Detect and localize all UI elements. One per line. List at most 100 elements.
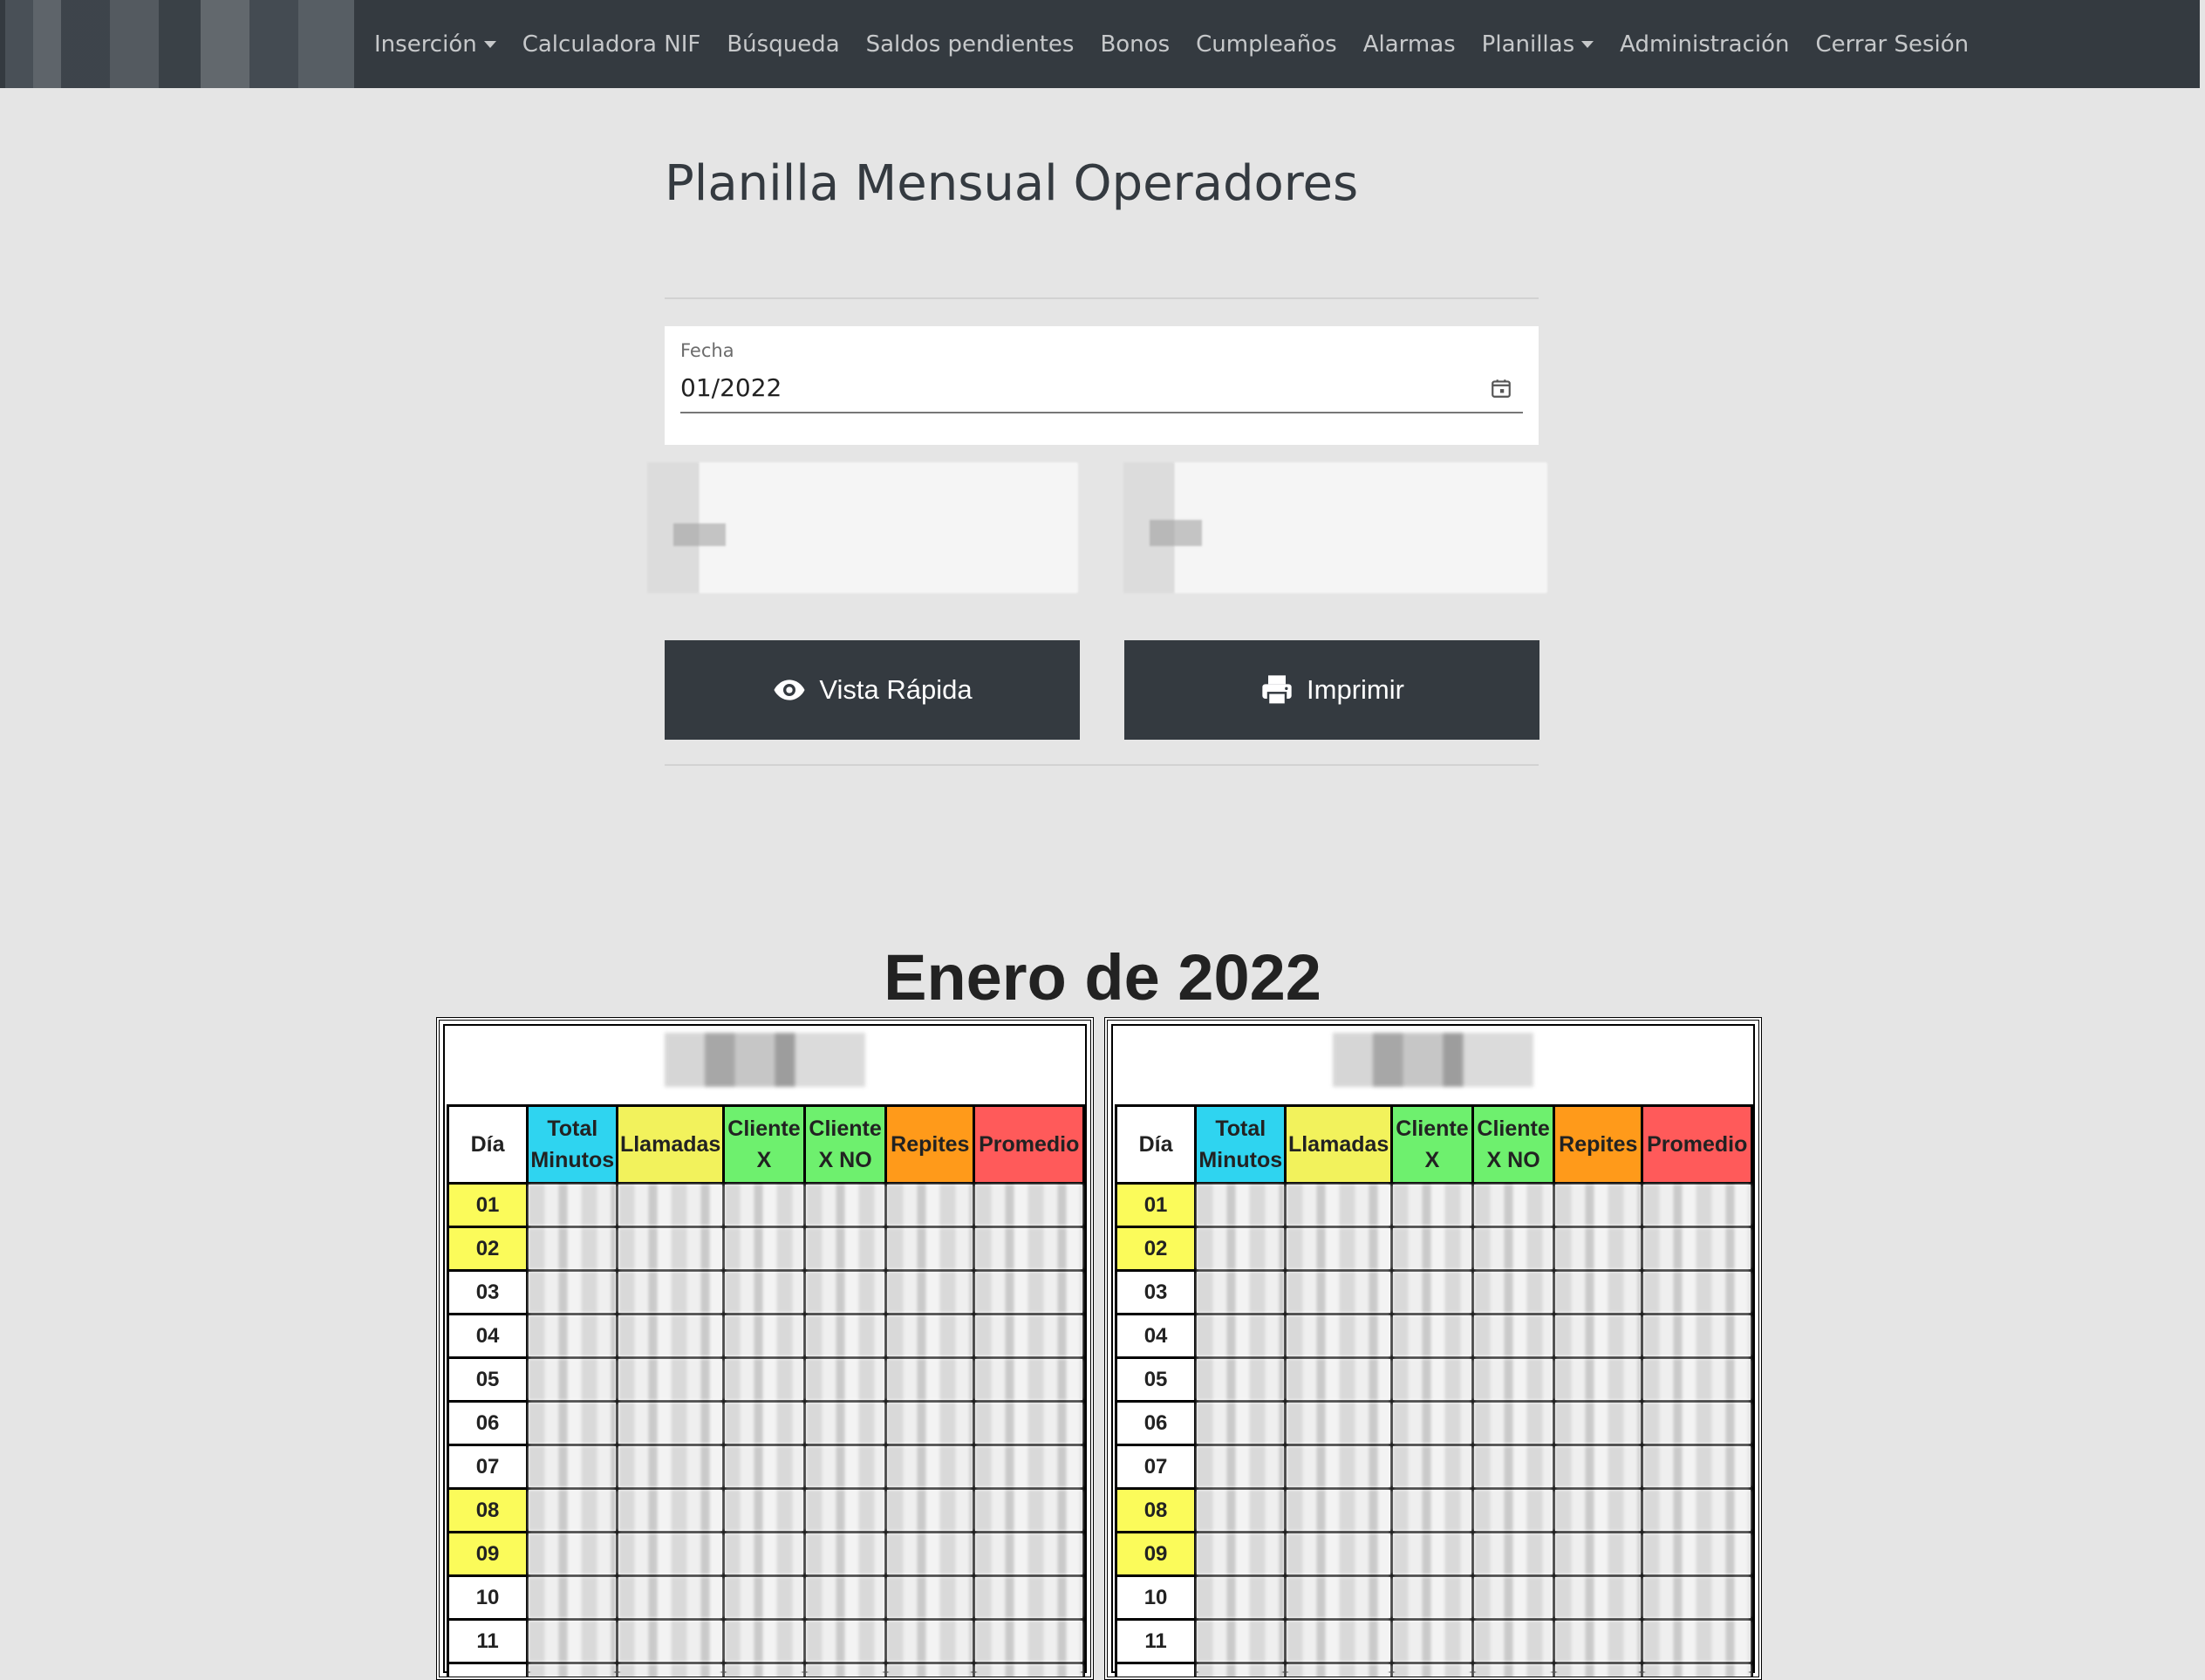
column-header: Llamadas xyxy=(1286,1106,1392,1184)
redacted-field-left[interactable] xyxy=(647,462,1078,593)
nav-item-7[interactable]: Planillas xyxy=(1482,31,1594,58)
nav-item-5[interactable]: Cumpleaños xyxy=(1196,31,1337,58)
brand-logo[interactable] xyxy=(5,0,354,88)
redacted-value-cell xyxy=(618,1533,724,1576)
report-title: Enero de 2022 xyxy=(0,940,2205,1014)
table-row: 07 xyxy=(448,1445,1084,1489)
redacted-value-cell xyxy=(805,1184,886,1227)
day-cell: 02 xyxy=(1116,1227,1196,1271)
redacted-value-cell xyxy=(805,1533,886,1576)
nav-item-2[interactable]: Búsqueda xyxy=(727,31,839,58)
redacted-value-cell xyxy=(1554,1271,1642,1315)
nav-item-4[interactable]: Bonos xyxy=(1100,31,1170,58)
redacted-field-right[interactable] xyxy=(1123,462,1547,593)
redacted-value-cell xyxy=(1391,1184,1472,1227)
redacted-value-cell xyxy=(618,1620,724,1663)
day-cell: 04 xyxy=(1116,1315,1196,1358)
redacted-value-cell xyxy=(1391,1271,1472,1315)
redacted-value-cell xyxy=(1391,1227,1472,1271)
redacted-value-cell xyxy=(528,1445,618,1489)
redacted-value-cell xyxy=(886,1663,974,1680)
redacted-value-cell xyxy=(974,1227,1084,1271)
redacted-value-cell xyxy=(1286,1489,1392,1533)
redacted-value-cell xyxy=(618,1227,724,1271)
redacted-value-cell xyxy=(1473,1315,1554,1358)
redacted-value-cell xyxy=(1391,1445,1472,1489)
redacted-value-cell xyxy=(974,1489,1084,1533)
table-row: 03 xyxy=(448,1271,1084,1315)
nav-item-0[interactable]: Inserción xyxy=(374,31,496,58)
redacted-value-cell xyxy=(805,1576,886,1620)
column-header: Cliente X xyxy=(1391,1106,1472,1184)
day-cell: 01 xyxy=(448,1184,528,1227)
redacted-value-cell xyxy=(1286,1576,1392,1620)
eye-icon xyxy=(772,673,807,707)
day-cell: 05 xyxy=(1116,1358,1196,1402)
redacted-value-cell xyxy=(1286,1663,1392,1680)
redacted-value-cell xyxy=(618,1271,724,1315)
nav-item-6[interactable]: Alarmas xyxy=(1363,31,1456,58)
redacted-value-cell xyxy=(618,1184,724,1227)
date-field[interactable]: Fecha 01/2022 xyxy=(665,326,1539,445)
operator-card: DíaTotal MinutosLlamadasCliente XCliente… xyxy=(1104,1017,1762,1680)
table-row: 07 xyxy=(1116,1445,1752,1489)
day-cell: 07 xyxy=(448,1445,528,1489)
redacted-value-cell xyxy=(723,1271,804,1315)
redacted-value-cell xyxy=(805,1315,886,1358)
redacted-value-cell xyxy=(1286,1445,1392,1489)
column-header: Cliente X NO xyxy=(805,1106,886,1184)
redacted-value-cell xyxy=(1286,1402,1392,1445)
day-cell: 08 xyxy=(1116,1489,1196,1533)
redacted-value-cell xyxy=(528,1489,618,1533)
redacted-value-cell xyxy=(618,1402,724,1445)
redacted-value-cell xyxy=(528,1184,618,1227)
table-row: 08 xyxy=(448,1489,1084,1533)
nav-item-1[interactable]: Calculadora NIF xyxy=(522,31,701,58)
table-row: 05 xyxy=(448,1358,1084,1402)
calendar-icon[interactable] xyxy=(1490,377,1512,400)
nav-item-9[interactable]: Cerrar Sesión xyxy=(1816,31,1969,58)
redacted-value-cell xyxy=(1196,1271,1286,1315)
redacted-value-cell xyxy=(1286,1620,1392,1663)
nav-item-label: Planillas xyxy=(1482,31,1574,58)
day-cell xyxy=(448,1663,528,1680)
day-cell: 07 xyxy=(1116,1445,1196,1489)
day-cell: 04 xyxy=(448,1315,528,1358)
print-button[interactable]: Imprimir xyxy=(1124,640,1539,740)
redacted-value-cell xyxy=(1554,1358,1642,1402)
redacted-value-cell xyxy=(723,1358,804,1402)
redacted-value-cell xyxy=(618,1576,724,1620)
redacted-value-cell xyxy=(1554,1402,1642,1445)
redacted-value-cell xyxy=(805,1489,886,1533)
quick-view-button[interactable]: Vista Rápida xyxy=(665,640,1080,740)
day-cell: 10 xyxy=(448,1576,528,1620)
redacted-value-cell xyxy=(1642,1184,1752,1227)
redacted-value-cell xyxy=(974,1576,1084,1620)
redacted-value-cell xyxy=(805,1358,886,1402)
redacted-value-cell xyxy=(618,1445,724,1489)
redacted-value-cell xyxy=(1642,1402,1752,1445)
date-input[interactable]: 01/2022 xyxy=(680,373,782,402)
redacted-value-cell xyxy=(1473,1271,1554,1315)
day-cell xyxy=(1116,1663,1196,1680)
redacted-value-cell xyxy=(1642,1358,1752,1402)
redacted-value-cell xyxy=(886,1620,974,1663)
redacted-value-cell xyxy=(1391,1315,1472,1358)
redacted-value-cell xyxy=(1196,1227,1286,1271)
nav-item-8[interactable]: Administración xyxy=(1620,31,1789,58)
redacted-value-cell xyxy=(805,1620,886,1663)
day-cell: 05 xyxy=(448,1358,528,1402)
redacted-value-cell xyxy=(618,1489,724,1533)
redacted-value-cell xyxy=(1554,1620,1642,1663)
redacted-value-cell xyxy=(1196,1184,1286,1227)
redacted-value-cell xyxy=(974,1184,1084,1227)
redacted-value-cell xyxy=(528,1358,618,1402)
table-row: 01 xyxy=(448,1184,1084,1227)
day-cell: 09 xyxy=(1116,1533,1196,1576)
redacted-value-cell xyxy=(528,1576,618,1620)
redacted-value-cell xyxy=(1391,1620,1472,1663)
column-header: Repites xyxy=(1554,1106,1642,1184)
redacted-value-cell xyxy=(886,1358,974,1402)
column-header: Total Minutos xyxy=(528,1106,618,1184)
nav-item-3[interactable]: Saldos pendientes xyxy=(866,31,1075,58)
